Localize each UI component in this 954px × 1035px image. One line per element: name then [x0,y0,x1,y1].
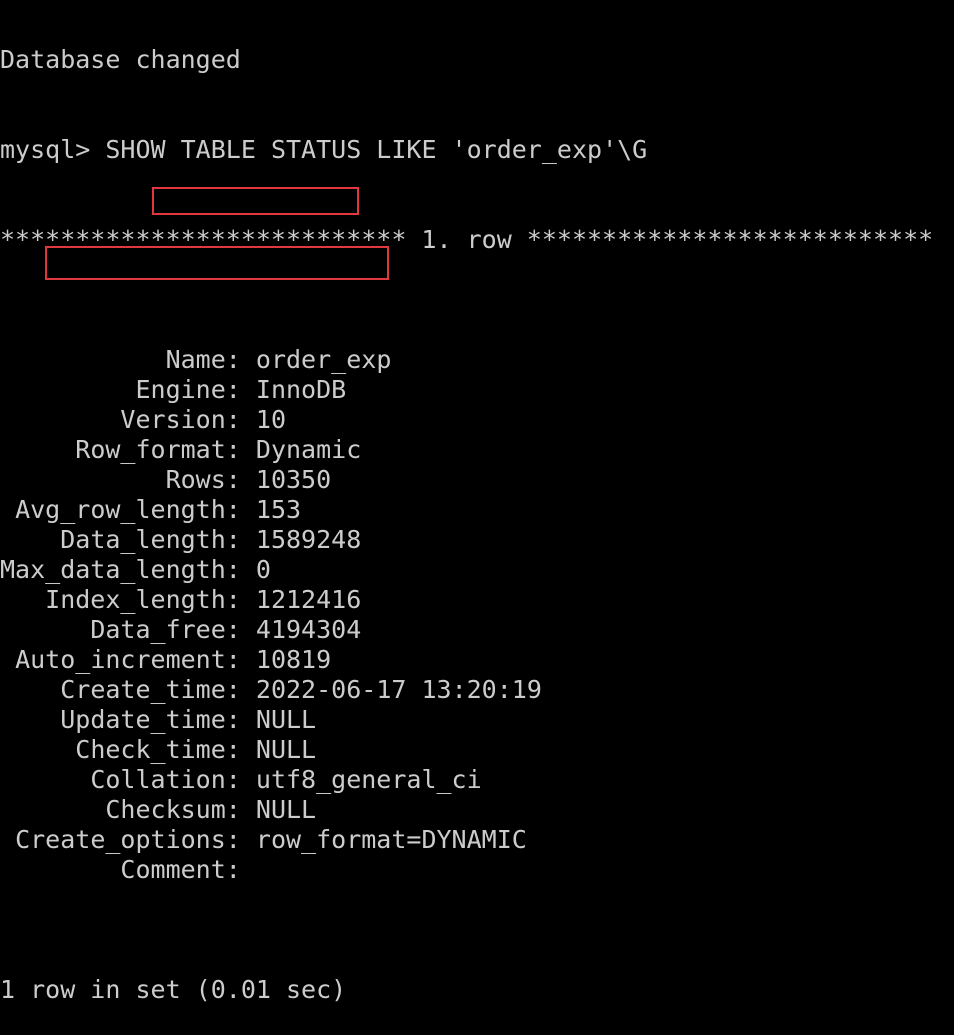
result-footer: 1 row in set (0.01 sec) [0,975,347,1004]
field-value: InnoDB [255,375,347,404]
field-padding [0,705,60,734]
field-colon: : [225,705,256,734]
field-padding [0,645,15,674]
field-padding [0,735,75,764]
status-row-comment: Comment: [0,855,954,885]
field-colon: : [225,855,256,884]
field-value: 10819 [255,645,332,674]
status-row-max-data-length: Max_data_length: 0 [0,555,954,585]
mysql-prompt: mysql> [0,135,91,164]
status-row-auto-increment: Auto_increment: 10819 [0,645,954,675]
field-name: Collation [90,765,226,794]
field-padding [0,765,90,794]
database-changed-line: Database changed [0,45,241,74]
status-row-data-length: Data_length: 1589248 [0,525,954,555]
status-row-collation: Collation: utf8_general_ci [0,765,954,795]
status-row-check-time: Check_time: NULL [0,735,954,765]
field-name: Avg_row_length [15,495,226,524]
command-line: mysql> SHOW TABLE STATUS LIKE 'order_exp… [0,135,954,165]
field-value: 1589248 [255,525,362,554]
field-value: 153 [255,495,302,524]
sql-command: SHOW TABLE STATUS LIKE 'order_exp'\G [105,135,648,164]
field-value: NULL [255,705,317,734]
field-padding [0,615,90,644]
field-colon: : [225,795,256,824]
field-colon: : [225,735,256,764]
field-colon: : [225,525,256,554]
field-padding [0,495,15,524]
field-value: Dynamic [255,435,362,464]
status-row-rows: Rows: 10350 [0,465,954,495]
terminal-window[interactable]: Database changed mysql> SHOW TABLE STATU… [0,0,954,1035]
field-name: Index_length [45,585,226,614]
field-name: Data_free [90,615,226,644]
field-colon: : [225,405,256,434]
field-colon: : [225,765,256,794]
field-value: 10 [255,405,286,434]
field-value: 2022-06-17 13:20:19 [255,675,542,704]
status-row-checksum: Checksum: NULL [0,795,954,825]
field-value: row_format=DYNAMIC [255,825,527,854]
field-name: Create_options [15,825,226,854]
field-value: NULL [255,795,317,824]
field-colon: : [225,615,256,644]
field-padding [0,465,166,494]
field-value: 10350 [255,465,332,494]
field-colon: : [225,585,256,614]
field-name: Rows [165,465,226,494]
field-colon: : [225,645,256,674]
field-padding [0,405,120,434]
field-colon: : [225,495,256,524]
field-name: Version [120,405,226,434]
field-padding [0,855,120,884]
field-name: Checksum [105,795,226,824]
field-name: Auto_increment [15,645,226,674]
status-row-name: Name: order_exp [0,345,954,375]
field-name: Update_time [60,705,226,734]
row-separator: *************************** 1. row *****… [0,225,934,254]
field-name: Row_format [75,435,226,464]
field-name: Create_time [60,675,226,704]
status-row-data-free: Data_free: 4194304 [0,615,954,645]
field-colon: : [225,675,256,704]
field-value: NULL [255,735,317,764]
field-name: Max_data_length [0,555,226,584]
field-padding [0,345,166,374]
field-padding [0,435,75,464]
field-padding [0,585,45,614]
field-colon: : [225,555,256,584]
status-row-create-options: Create_options: row_format=DYNAMIC [0,825,954,855]
field-value: 4194304 [255,615,362,644]
field-colon: : [225,375,256,404]
field-name: Check_time [75,735,226,764]
field-padding [0,375,135,404]
status-row-create-time: Create_time: 2022-06-17 13:20:19 [0,675,954,705]
field-padding [0,795,105,824]
status-row-engine: Engine: InnoDB [0,375,954,405]
field-value: utf8_general_ci [255,765,482,794]
field-padding [0,825,15,854]
field-name: Name [165,345,226,374]
field-colon: : [225,465,256,494]
field-name: Engine [135,375,226,404]
status-row-avg-row-length: Avg_row_length: 153 [0,495,954,525]
field-value: 0 [255,555,271,584]
field-padding [0,675,60,704]
field-padding [0,525,60,554]
status-row-update-time: Update_time: NULL [0,705,954,735]
field-colon: : [225,825,256,854]
field-colon: : [225,345,256,374]
status-row-version: Version: 10 [0,405,954,435]
status-rows: Name: order_exp Engine: InnoDB Version: … [0,345,954,885]
status-row-index-length: Index_length: 1212416 [0,585,954,615]
field-value: order_exp [255,345,392,374]
field-name: Comment [120,855,226,884]
status-row-row-format: Row_format: Dynamic [0,435,954,465]
field-name: Data_length [60,525,226,554]
field-value: 1212416 [255,585,362,614]
field-colon: : [225,435,256,464]
